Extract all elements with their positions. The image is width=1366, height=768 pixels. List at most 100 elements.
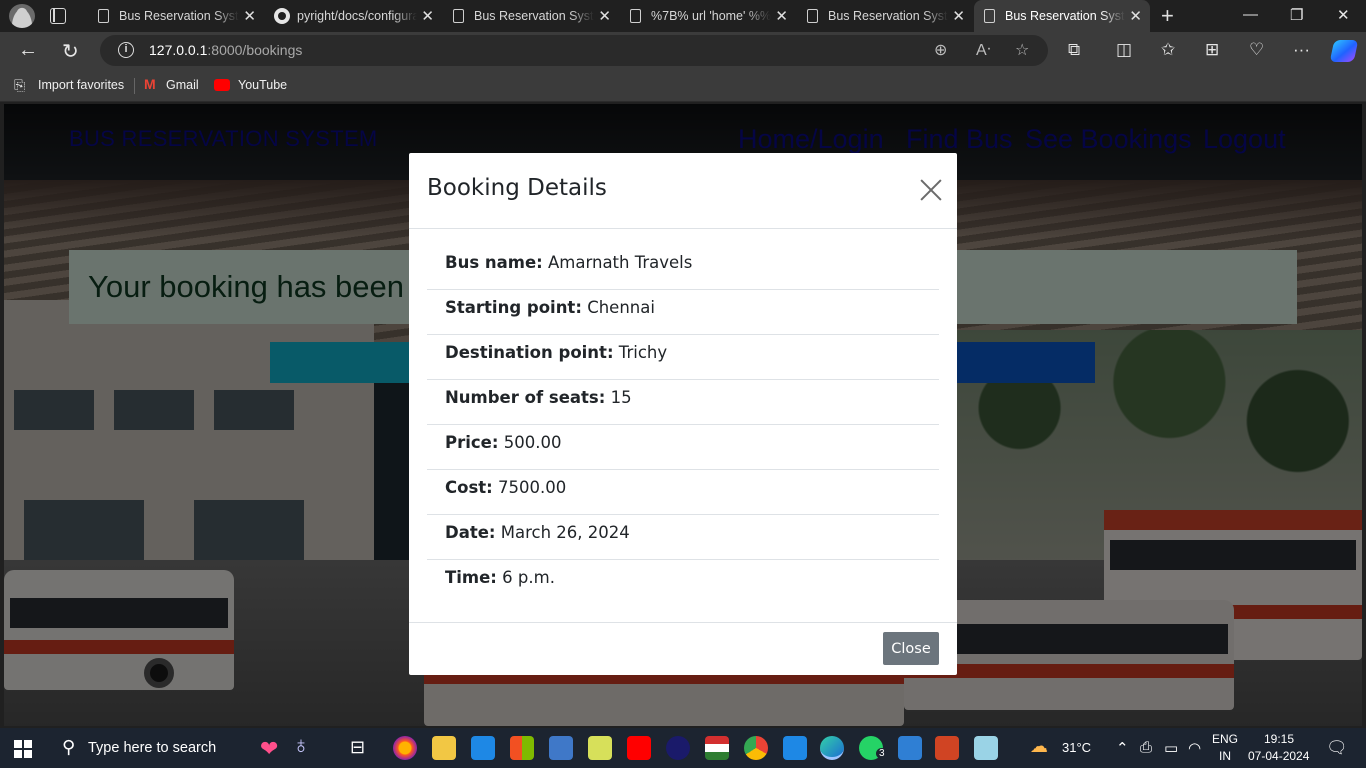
performance-icon[interactable]: ♡: [1249, 40, 1264, 60]
site-info-icon[interactable]: i: [118, 42, 134, 58]
youtube-app-icon[interactable]: [627, 736, 651, 760]
flag-app-icon[interactable]: [705, 736, 729, 760]
microsoft-store-icon[interactable]: [510, 736, 534, 760]
close-button[interactable]: Close: [883, 632, 939, 665]
browser-tab[interactable]: Bus Reservation System ✕: [88, 0, 264, 32]
browser-tab[interactable]: Bus Reservation System ✕: [443, 0, 619, 32]
vscode-icon[interactable]: [783, 736, 807, 760]
tab-close-icon[interactable]: ✕: [952, 7, 965, 25]
divider: [134, 78, 135, 94]
edge-icon[interactable]: [820, 736, 844, 760]
windows-taskbar: ⚲ Type here to search ❤ ♁ ⊟ 3 ☁ 31°C ⌃ ⎙…: [0, 728, 1366, 768]
notifications-icon[interactable]: 🗨: [1326, 738, 1348, 758]
photos-icon[interactable]: [898, 736, 922, 760]
tab-close-icon[interactable]: ✕: [1129, 7, 1142, 25]
webex-icon[interactable]: [666, 736, 690, 760]
detail-cost: Cost: 7500.00: [427, 470, 939, 515]
browser-tab[interactable]: %7B% url 'home' %%7D ✕: [620, 0, 796, 32]
modal-title: Booking Details: [427, 175, 607, 201]
favorite-gmail[interactable]: Gmail: [166, 78, 199, 92]
new-tab-icon[interactable]: +: [1161, 3, 1174, 29]
tab-close-icon[interactable]: ✕: [598, 7, 611, 25]
weather-temp[interactable]: 31°C: [1062, 740, 1091, 755]
read-aloud-icon[interactable]: Aᐧ: [976, 40, 991, 60]
browser-tab[interactable]: Bus Reservation System ✕: [797, 0, 973, 32]
detail-date: Date: March 26, 2024: [427, 515, 939, 560]
tab-close-icon[interactable]: ✕: [421, 7, 434, 25]
wifi-icon[interactable]: ◠: [1188, 739, 1201, 757]
tab-close-icon[interactable]: ✕: [775, 7, 788, 25]
refresh-icon[interactable]: ↻: [62, 39, 79, 64]
python-icon[interactable]: [549, 736, 573, 760]
minimize-icon[interactable]: —: [1243, 6, 1258, 23]
profile-avatar-icon[interactable]: [9, 4, 35, 28]
favorite-star-icon[interactable]: ☆: [1015, 40, 1029, 60]
zoom-icon[interactable]: ⊕: [934, 40, 947, 60]
browser-tab-bar: Bus Reservation System ✕ pyright/docs/co…: [0, 0, 1366, 32]
window-close-icon[interactable]: ✕: [1337, 6, 1350, 24]
gmail-icon: M: [144, 76, 156, 92]
meet-now-icon[interactable]: ⎙: [1140, 739, 1152, 756]
powerpoint-icon[interactable]: [935, 736, 959, 760]
tab-title: pyright/docs/configuration.md: [297, 9, 417, 23]
detail-bus-name: Bus name: Amarnath Travels: [427, 245, 939, 290]
task-view-icon[interactable]: ⊟: [350, 737, 365, 758]
extensions-icon[interactable]: ⧉: [1068, 40, 1080, 60]
document-icon: [984, 9, 995, 23]
more-menu-icon[interactable]: ···: [1293, 40, 1310, 60]
file-explorer-icon[interactable]: [432, 736, 456, 760]
tab-actions-icon[interactable]: [50, 8, 66, 24]
modal-header: Booking Details: [409, 153, 957, 229]
collections-icon[interactable]: ⊞: [1205, 40, 1219, 60]
close-icon[interactable]: [919, 178, 943, 202]
battery-icon[interactable]: ▭: [1164, 739, 1178, 757]
language-code[interactable]: ENG: [1212, 732, 1238, 746]
browser-tab-active[interactable]: Bus Reservation System ✕: [974, 0, 1150, 32]
url-text[interactable]: 127.0.0.1:8000/bookings: [149, 42, 302, 58]
favorite-youtube[interactable]: YouTube: [238, 78, 287, 92]
search-icon: ⚲: [62, 737, 76, 757]
windows-start-icon[interactable]: [14, 740, 32, 758]
favorites-bar: ⎘ Import favorites M Gmail YouTube: [0, 70, 1366, 102]
back-arrow-icon[interactable]: ←: [18, 39, 38, 62]
document-icon: [453, 9, 464, 23]
notepad-icon[interactable]: [974, 736, 998, 760]
address-input[interactable]: i 127.0.0.1:8000/bookings ⊕ Aᐧ ☆: [100, 35, 1048, 66]
browser-tab[interactable]: pyright/docs/configuration.md ✕: [266, 0, 442, 32]
clock-date[interactable]: 07-04-2024: [1248, 749, 1309, 763]
search-placeholder: Type here to search: [88, 740, 217, 756]
import-favorites-icon: ⎘: [14, 77, 26, 93]
tab-title: Bus Reservation System: [828, 9, 948, 23]
restore-icon[interactable]: ❐: [1290, 6, 1303, 24]
chevron-up-icon[interactable]: ⌃: [1116, 739, 1129, 757]
tab-close-icon[interactable]: ✕: [243, 7, 256, 25]
tab-title: Bus Reservation System: [119, 9, 239, 23]
clock-time[interactable]: 19:15: [1264, 732, 1294, 746]
language-region[interactable]: IN: [1219, 749, 1231, 763]
favorite-import[interactable]: Import favorites: [38, 78, 124, 92]
sheets-icon[interactable]: [588, 736, 612, 760]
youtube-icon: [214, 79, 230, 91]
weather-icon[interactable]: ☁: [1030, 736, 1048, 757]
detail-number-of-seats: Number of seats: 15: [427, 380, 939, 425]
tab-title: %7B% url 'home' %%7D: [651, 9, 771, 23]
favorites-icon[interactable]: ✩: [1161, 40, 1175, 60]
page-viewport: BUS RESERVATION SYSTEM Home/Login Find B…: [4, 104, 1362, 726]
mail-icon[interactable]: [471, 736, 495, 760]
stethoscope-icon[interactable]: ♁: [292, 732, 310, 760]
split-screen-icon[interactable]: ◫: [1116, 40, 1132, 60]
detail-starting-point: Starting point: Chennai: [427, 290, 939, 335]
stethoscope-hearts-icon[interactable]: ❤: [260, 736, 278, 762]
tab-title: Bus Reservation System: [1005, 9, 1125, 23]
detail-destination-point: Destination point: Trichy: [427, 335, 939, 380]
modal-body: Bus name: Amarnath Travels Starting poin…: [427, 245, 939, 605]
tab-title: Bus Reservation System: [474, 9, 594, 23]
firefox-icon[interactable]: [393, 736, 417, 760]
document-icon: [630, 9, 641, 23]
document-icon: [98, 9, 109, 23]
modal-footer: Close: [409, 622, 957, 675]
detail-price: Price: 500.00: [427, 425, 939, 470]
copilot-icon[interactable]: [1329, 40, 1359, 62]
chrome-icon[interactable]: [744, 736, 768, 760]
taskbar-search-input[interactable]: ⚲ Type here to search: [48, 728, 248, 768]
